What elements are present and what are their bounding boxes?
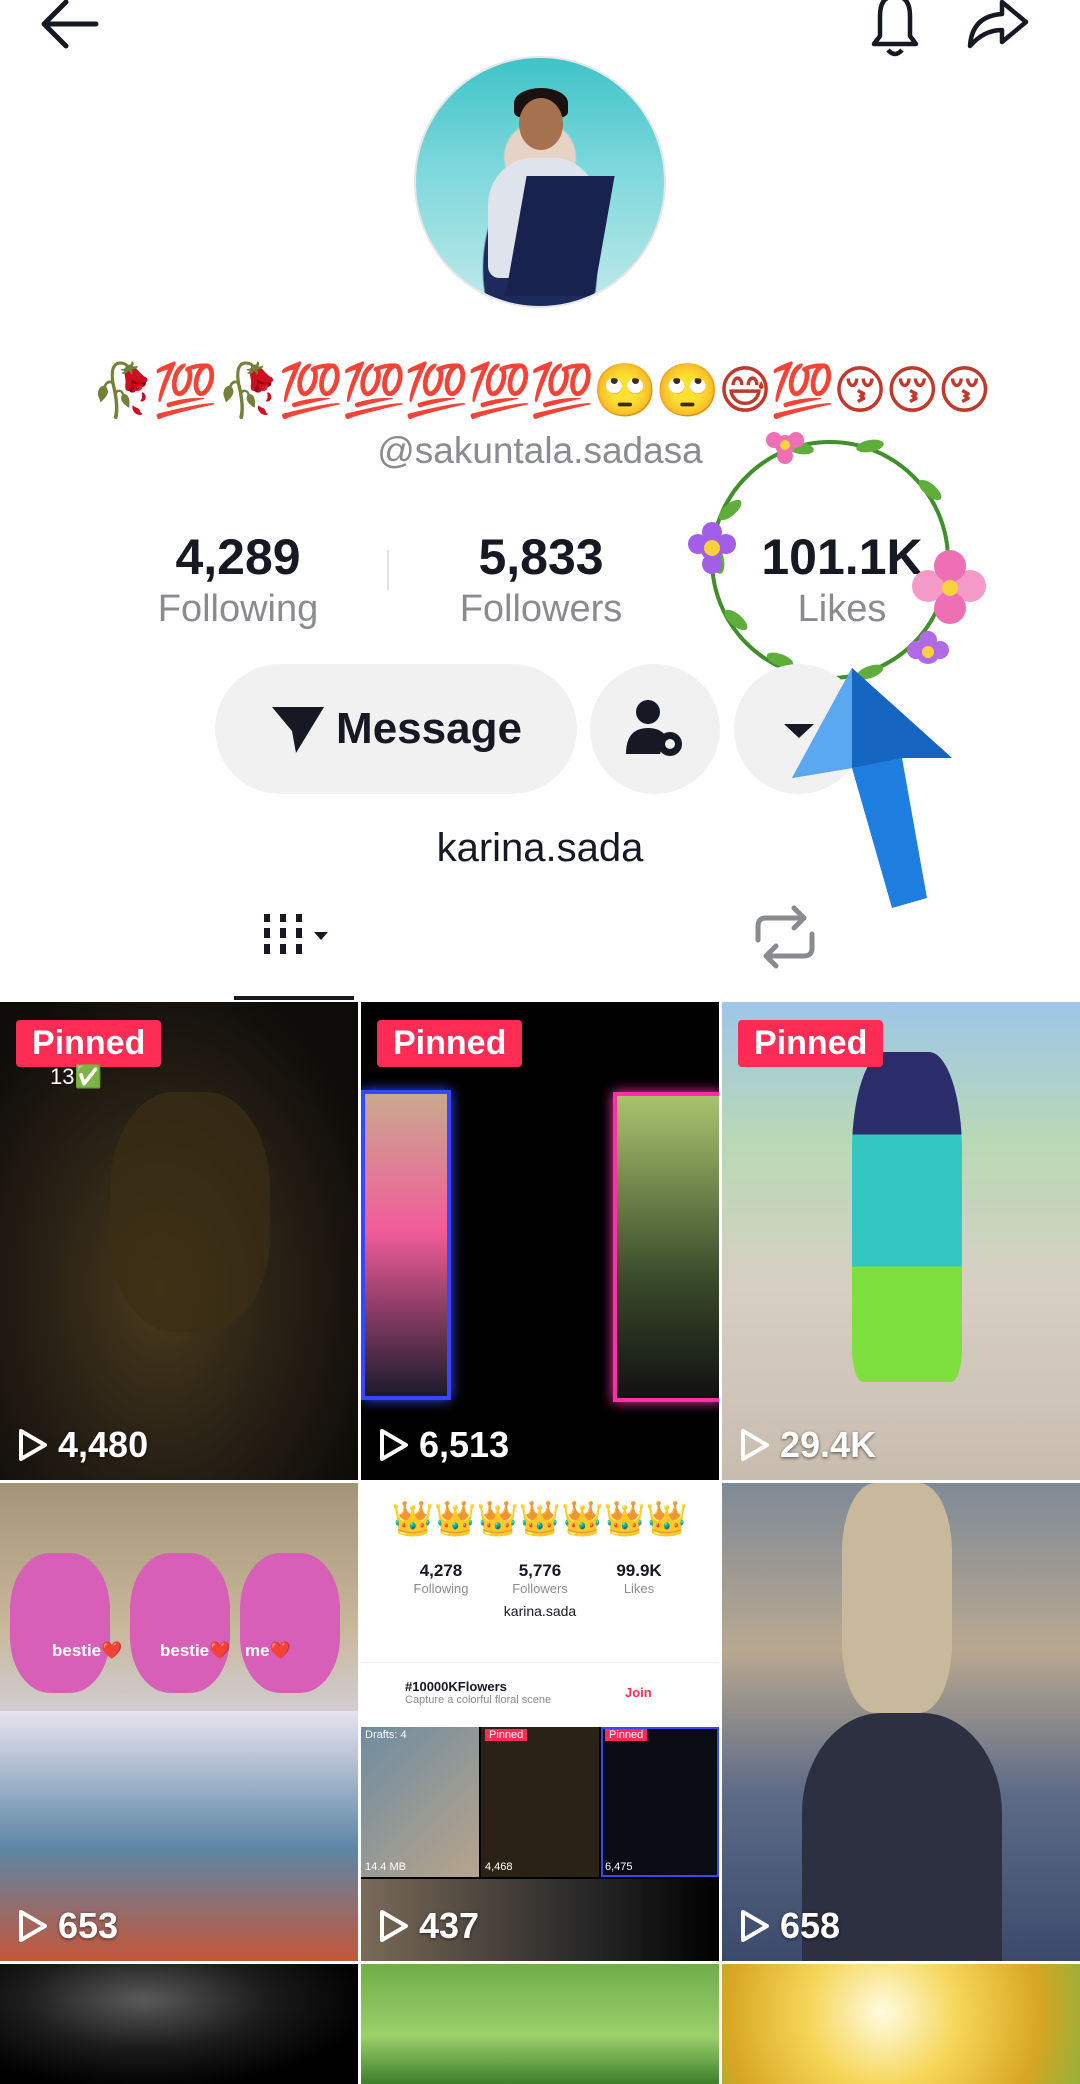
mini-hashtag-banner: #10000KFlowers Capture a colorful floral… <box>375 1679 705 1723</box>
bell-icon[interactable] <box>860 0 930 60</box>
avatar[interactable] <box>414 56 666 308</box>
followers-count: 5,833 <box>478 529 604 585</box>
video-tile[interactable] <box>0 1964 358 2084</box>
followers-label: Followers <box>459 588 623 630</box>
video-figure <box>10 1553 110 1693</box>
view-count-value: 4,480 <box>58 1424 149 1465</box>
profile-stats: 4,289 Following 5,833 Followers 101.1K L… <box>0 528 1080 638</box>
video-figure <box>852 1052 962 1382</box>
play-icon <box>19 1429 47 1461</box>
play-icon <box>741 1429 769 1461</box>
pinned-badge: Pinned <box>16 1020 162 1067</box>
view-count: 4,480 <box>18 1424 148 1466</box>
back-arrow-icon[interactable] <box>36 0 106 60</box>
video-caption: bestie❤️ <box>52 1641 123 1660</box>
video-tile[interactable] <box>722 1964 1080 2084</box>
share-icon[interactable] <box>962 0 1032 60</box>
mini-hashtag-sub: Capture a colorful floral scene <box>405 1694 552 1706</box>
mini-stat-following: 4,278 Following <box>413 1561 469 1596</box>
video-tile[interactable]: Pinned 13✅ 4,480 <box>0 1002 358 1480</box>
video-figure <box>842 1483 952 1713</box>
tab-reposts[interactable] <box>730 900 840 1000</box>
stat-likes[interactable]: 101.1K Likes <box>722 528 962 632</box>
mini-join: Join <box>625 1685 652 1700</box>
grid-icon <box>264 914 328 954</box>
play-icon <box>741 1910 769 1942</box>
view-count: 653 <box>18 1905 118 1947</box>
mini-thumb <box>361 1727 479 1877</box>
stat-following[interactable]: 4,289 Following <box>118 528 358 632</box>
view-count-value: 658 <box>780 1905 841 1946</box>
play-icon <box>380 1429 408 1461</box>
pinned-badge: Pinned <box>377 1020 523 1067</box>
video-overlay-text: 13✅ <box>50 1064 102 1089</box>
tab-videos[interactable] <box>234 900 354 1000</box>
view-count-value: 437 <box>419 1905 480 1946</box>
mini-name: karina.sada <box>503 1603 577 1619</box>
more-options-button[interactable] <box>734 664 864 794</box>
mini-hashtag: #10000KFlowers <box>405 1679 507 1694</box>
user-settings-button[interactable] <box>590 664 720 794</box>
mini-pinned: Pinned <box>485 1729 528 1741</box>
profile-handle: @sakuntala.sadasa <box>377 430 703 471</box>
video-tile[interactable] <box>361 1964 719 2084</box>
avatar-face <box>519 98 563 150</box>
stat-divider <box>387 550 389 590</box>
view-count: 6,513 <box>379 1424 509 1466</box>
pinned-badge: Pinned <box>738 1020 884 1067</box>
mini-views: 6,475 <box>605 1861 633 1873</box>
video-grid: Pinned 13✅ 4,480 Pinned 6,513 Pinned 29.… <box>0 1002 1080 2084</box>
chevron-down-icon <box>784 724 814 738</box>
stat-followers[interactable]: 5,833 Followers <box>421 528 661 632</box>
profile-tabs <box>0 900 1080 1000</box>
likes-count: 101.1K <box>761 529 923 585</box>
video-figure <box>240 1553 340 1693</box>
following-count: 4,289 <box>175 529 301 585</box>
video-figure <box>130 1553 230 1693</box>
mini-tabs <box>361 1633 719 1663</box>
video-tile[interactable]: 👑👑👑👑👑👑👑 4,278 Following 5,776 Followers 99… <box>361 1483 719 1961</box>
mini-size: 14.4 MB <box>365 1861 406 1873</box>
mini-crowns: 👑👑👑👑👑👑👑 <box>391 1500 689 1538</box>
view-count-value: 29.4K <box>780 1424 877 1465</box>
mini-thumb <box>601 1727 719 1877</box>
view-count-value: 6,513 <box>419 1424 510 1465</box>
profile-actions: Message <box>0 664 1080 794</box>
video-caption: me❤️ <box>245 1641 291 1660</box>
video-figure <box>110 1092 270 1332</box>
message-button[interactable]: Message <box>215 664 577 794</box>
video-tile[interactable]: 658 <box>722 1483 1080 1961</box>
play-icon <box>380 1910 408 1942</box>
mini-drafts: Drafts: 4 <box>365 1729 407 1741</box>
likes-label: Likes <box>797 588 887 630</box>
profile-screenshot-thumbnail: 👑👑👑👑👑👑👑 4,278 Following 5,776 Followers 99… <box>361 1483 719 1961</box>
view-count-value: 653 <box>58 1905 119 1946</box>
view-count: 29.4K <box>740 1424 876 1466</box>
video-frame-left <box>361 1090 451 1400</box>
mini-views: 4,468 <box>485 1861 513 1873</box>
active-tab-indicator <box>234 996 354 1000</box>
video-frame-right <box>613 1092 719 1402</box>
video-tile[interactable]: Pinned 29.4K <box>722 1002 1080 1480</box>
mini-pinned: Pinned <box>605 1729 648 1741</box>
mini-stat-followers: 5,776 Followers <box>512 1561 568 1596</box>
message-button-label: Message <box>336 704 522 753</box>
profile-nickname: 🥀💯🥀💯💯💯💯💯🙄🙄😅💯😚😚😚 <box>90 361 991 421</box>
repost-icon <box>755 905 815 969</box>
view-count: 437 <box>379 1905 479 1947</box>
video-caption: bestie❤️ <box>160 1641 231 1660</box>
video-tile[interactable]: Pinned 6,513 <box>361 1002 719 1480</box>
profile-bio: karina.sada <box>436 826 644 870</box>
top-bar <box>0 0 1080 60</box>
paper-plane-icon <box>272 707 325 753</box>
following-label: Following <box>157 588 319 630</box>
mini-stat-likes: 99.9K Likes <box>616 1561 662 1596</box>
video-tile[interactable]: bestie❤️ bestie❤️ me❤️ 653 <box>0 1483 358 1961</box>
user-settings-icon <box>626 700 682 756</box>
mini-thumb <box>481 1727 599 1877</box>
play-icon <box>19 1910 47 1942</box>
view-count: 658 <box>740 1905 840 1947</box>
